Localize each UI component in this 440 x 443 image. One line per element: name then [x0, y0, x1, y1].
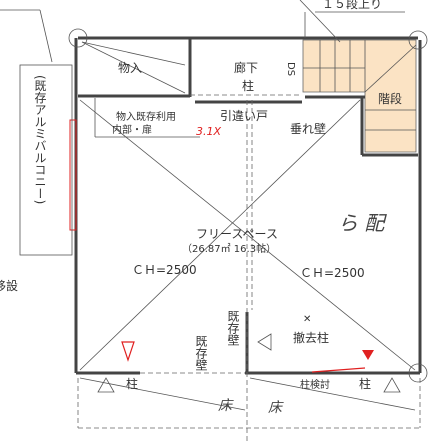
triangle-left: [97, 377, 115, 393]
corridor-label: 廊下: [234, 60, 258, 75]
handwritten-floor-2: 床: [268, 400, 284, 416]
corridor-column-label: 柱: [242, 78, 254, 93]
column-left-label: 柱: [126, 376, 138, 391]
existing-wall-label-1: 既存壁: [226, 310, 240, 346]
triangle-marker: [257, 333, 272, 351]
floor-plan: (既存アルミバルコニー) 移設 １５段上り 物入 廊下 柱 DS 階段 物入既存…: [0, 0, 428, 443]
red-note: 3.1X: [196, 125, 221, 138]
ceiling-height-left: ＣＨ=2500: [132, 263, 197, 277]
hanging-wall-label: 垂れ壁: [290, 121, 326, 136]
relocate-label: 移設: [0, 278, 18, 293]
stairs-up-label: １５段上り: [322, 0, 382, 11]
existing-wall-label-2: 既存壁: [194, 335, 208, 371]
red-line: [311, 367, 366, 373]
free-space-label: フリースペース: [196, 227, 278, 241]
storage-note-2: 内部・扉: [112, 123, 152, 136]
ceiling-height-right: ＣＨ=2500: [300, 266, 365, 280]
storage-note-1: 物入既存利用: [116, 110, 176, 123]
stairs-label: 階段: [378, 91, 402, 106]
red-marker-right: [362, 350, 374, 360]
sliding-door-label: 引違い戸: [220, 109, 268, 123]
removed-column-label: 撤去柱: [293, 330, 329, 345]
storage-label: 物入: [118, 61, 142, 75]
handwritten-note-right: ら 配: [338, 211, 387, 235]
triangle-right: [383, 377, 401, 393]
column-right-label: 柱: [359, 376, 371, 391]
area-label: （26.87㎡ 16.3帖）: [182, 242, 276, 255]
column-check-label: 柱検討: [300, 378, 330, 391]
ds-label: DS: [285, 62, 296, 76]
balcony-label: (既存アルミバルコニー): [33, 75, 47, 204]
handwritten-floor-1: 床: [218, 398, 234, 414]
red-marker-left: [121, 341, 135, 362]
removed-column-symbol: ✕: [303, 314, 311, 325]
